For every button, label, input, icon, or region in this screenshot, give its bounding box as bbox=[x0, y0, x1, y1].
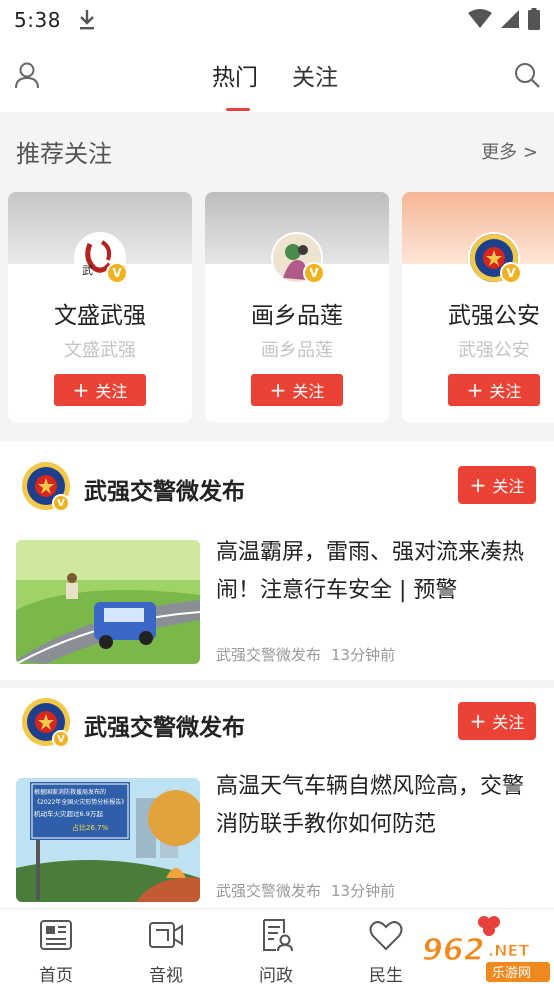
nav-item-home[interactable]: 首页 bbox=[16, 909, 96, 984]
home-icon bbox=[38, 917, 74, 953]
follow-label: 关注 bbox=[95, 382, 128, 401]
divider bbox=[0, 680, 554, 688]
nav-label-inquiry: 问政 bbox=[259, 966, 293, 984]
plus-icon: + bbox=[469, 473, 487, 497]
article-source: 武强交警微发布 bbox=[216, 646, 322, 664]
recommend-section: 推荐关注 更多 > 武 V 文盛武强 文盛武强 + 关注 V 画乡品莲 画乡品莲… bbox=[0, 112, 554, 442]
watermark-suffix: .NET bbox=[488, 941, 529, 960]
article-title[interactable]: 高温霸屏，雷雨、强对流来凑热闹！注意行车安全 | 预警 bbox=[216, 534, 540, 610]
article-thumbnail[interactable]: 根据国家消防救援局发布的 《2022年全国火灾形势分析报告》 机动车火灾超过6.… bbox=[16, 778, 200, 902]
battery-icon bbox=[528, 8, 540, 34]
card-name: 武强公安 bbox=[448, 303, 540, 329]
feed-item[interactable]: V 武强交警微发布 + 关注 高温霸屏，雷雨、强对流来凑热闹！注意行车安全 | … bbox=[0, 444, 554, 680]
article-meta: 武强交警微发布 13分钟前 bbox=[216, 880, 395, 901]
follow-label: 关注 bbox=[489, 382, 522, 401]
user-icon[interactable] bbox=[12, 60, 42, 90]
top-nav: 热门 关注 bbox=[0, 40, 554, 112]
verified-badge: V bbox=[106, 262, 128, 284]
heart-icon bbox=[368, 917, 404, 953]
verified-badge: V bbox=[500, 262, 522, 284]
follow-button[interactable]: + 关注 bbox=[448, 374, 540, 406]
follow-button[interactable]: + 关注 bbox=[458, 702, 536, 740]
status-bar: 5:38 bbox=[0, 0, 554, 40]
wifi-icon bbox=[468, 9, 492, 33]
recommend-title: 推荐关注 bbox=[16, 140, 112, 168]
tab-follow[interactable]: 关注 bbox=[292, 58, 338, 92]
feed-item[interactable]: V 武强交警微发布 + 关注 根据国家消防救援局发布的 《2022年全国火灾形势… bbox=[0, 688, 554, 908]
author-name[interactable]: 武强交警微发布 bbox=[84, 472, 245, 506]
article-title[interactable]: 高温天气车辆自燃风险高，交警消防联手教你如何防范 bbox=[216, 768, 540, 844]
site-watermark: 962 .NET 乐游网 bbox=[418, 914, 554, 984]
nav-label-video: 音视 bbox=[149, 966, 183, 984]
recommend-cards: 武 V 文盛武强 文盛武强 + 关注 V 画乡品莲 画乡品莲 + 关注 V 武强… bbox=[0, 192, 554, 424]
plus-icon: + bbox=[269, 378, 287, 402]
status-time: 5:38 bbox=[14, 8, 61, 32]
thumbnail-text-1: 根据国家消防救援局发布的 bbox=[34, 788, 106, 796]
verified-badge: V bbox=[303, 262, 325, 284]
follow-label: 关注 bbox=[492, 477, 525, 496]
verified-badge: V bbox=[52, 730, 70, 748]
card-subtitle: 画乡品莲 bbox=[261, 340, 333, 361]
recommend-card[interactable]: V 画乡品莲 画乡品莲 + 关注 bbox=[205, 192, 389, 422]
watermark-main: 962 bbox=[422, 933, 485, 968]
more-link[interactable]: 更多 > bbox=[481, 138, 538, 164]
plus-icon: + bbox=[466, 378, 484, 402]
follow-button[interactable]: + 关注 bbox=[458, 466, 536, 504]
avatar-text: 武 bbox=[82, 264, 93, 277]
nav-label-livelihood: 民生 bbox=[369, 966, 403, 984]
plus-icon: + bbox=[72, 378, 90, 402]
nav-item-livelihood[interactable]: 民生 bbox=[346, 909, 426, 984]
follow-label: 关注 bbox=[292, 382, 325, 401]
card-name: 画乡品莲 bbox=[251, 303, 343, 329]
nav-item-video[interactable]: 音视 bbox=[126, 909, 206, 984]
thumbnail-text-2: 《2022年全国火灾形势分析报告》 bbox=[34, 798, 127, 806]
download-icon bbox=[77, 8, 97, 32]
card-subtitle: 武强公安 bbox=[458, 340, 530, 361]
active-tab-indicator bbox=[226, 108, 250, 111]
search-icon[interactable] bbox=[512, 60, 542, 90]
plus-icon: + bbox=[469, 709, 487, 733]
video-icon bbox=[148, 917, 184, 953]
article-time: 13分钟前 bbox=[331, 646, 396, 664]
article-time: 13分钟前 bbox=[331, 882, 396, 900]
recommend-card[interactable]: 武 V 文盛武强 文盛武强 + 关注 bbox=[8, 192, 192, 422]
article-thumbnail[interactable] bbox=[16, 540, 200, 664]
inquiry-icon bbox=[258, 917, 294, 953]
verified-badge: V bbox=[52, 494, 70, 512]
article-meta: 武强交警微发布 13分钟前 bbox=[216, 644, 395, 665]
thumbnail-text-4: 占比26.7% bbox=[72, 823, 109, 832]
follow-button[interactable]: + 关注 bbox=[251, 374, 343, 406]
article-source: 武强交警微发布 bbox=[216, 882, 322, 900]
author-name[interactable]: 武强交警微发布 bbox=[84, 708, 245, 742]
follow-label: 关注 bbox=[492, 713, 525, 732]
tab-hot[interactable]: 热门 bbox=[212, 58, 258, 92]
nav-label-home: 首页 bbox=[39, 966, 73, 984]
nav-item-inquiry[interactable]: 问政 bbox=[236, 909, 316, 984]
card-subtitle: 文盛武强 bbox=[64, 340, 136, 361]
recommend-card[interactable]: V 武强公安 武强公安 + 关注 bbox=[402, 192, 554, 422]
thumbnail-text-3: 机动车火灾超过6.9万起 bbox=[34, 809, 103, 818]
card-name: 文盛武强 bbox=[54, 303, 146, 329]
follow-button[interactable]: + 关注 bbox=[54, 374, 146, 406]
watermark-sub: 乐游网 bbox=[492, 966, 531, 981]
signal-icon bbox=[500, 9, 520, 33]
